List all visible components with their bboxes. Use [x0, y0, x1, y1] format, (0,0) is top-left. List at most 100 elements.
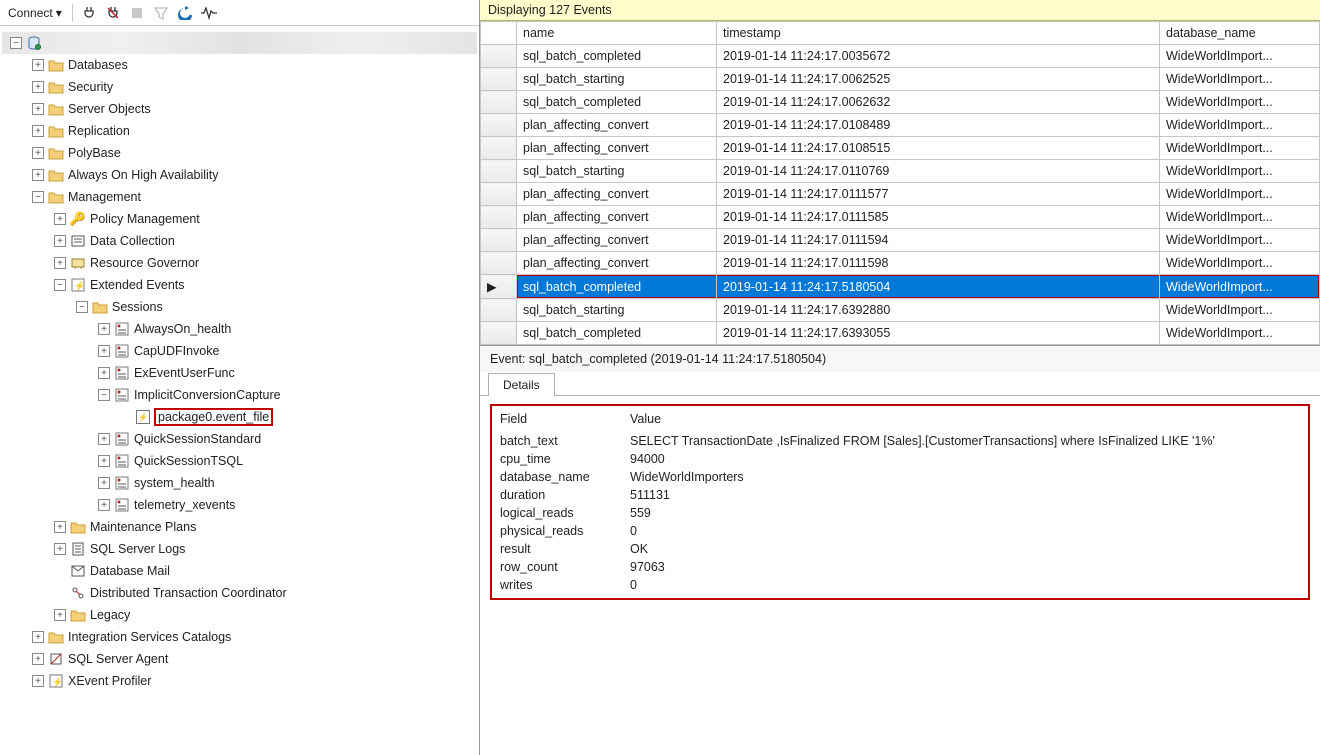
- table-row[interactable]: sql_batch_completed2019-01-14 11:24:17.0…: [481, 45, 1320, 68]
- tree-node[interactable]: +PolyBase: [2, 142, 477, 164]
- tree-node[interactable]: +Data Collection: [2, 230, 477, 252]
- cell-database_name: WideWorldImport...: [1160, 322, 1320, 345]
- row-selector[interactable]: [481, 322, 517, 345]
- expand-icon[interactable]: +: [98, 477, 110, 489]
- row-selector[interactable]: [481, 160, 517, 183]
- tree-node[interactable]: +CapUDFInvoke: [2, 340, 477, 362]
- expand-icon[interactable]: +: [32, 81, 44, 93]
- tree-node[interactable]: +Maintenance Plans: [2, 516, 477, 538]
- tree-node[interactable]: −Management: [2, 186, 477, 208]
- row-selector[interactable]: [481, 91, 517, 114]
- expand-icon[interactable]: +: [32, 169, 44, 181]
- col-timestamp[interactable]: timestamp: [717, 22, 1160, 45]
- table-row[interactable]: ▶sql_batch_completed2019-01-14 11:24:17.…: [481, 275, 1320, 299]
- table-row[interactable]: plan_affecting_convert2019-01-14 11:24:1…: [481, 137, 1320, 160]
- row-selector[interactable]: [481, 183, 517, 206]
- row-selector[interactable]: ▶: [481, 275, 517, 299]
- expand-icon[interactable]: +: [54, 521, 66, 533]
- collapse-icon[interactable]: −: [10, 37, 22, 49]
- collapse-icon[interactable]: −: [98, 389, 110, 401]
- tab-details[interactable]: Details: [488, 373, 555, 396]
- tree-node[interactable]: −: [2, 32, 477, 54]
- expand-icon[interactable]: +: [98, 433, 110, 445]
- tree-node[interactable]: +Databases: [2, 54, 477, 76]
- tree-node[interactable]: +Security: [2, 76, 477, 98]
- expand-icon[interactable]: +: [54, 235, 66, 247]
- row-selector[interactable]: [481, 299, 517, 322]
- plug-disconnect-icon[interactable]: [103, 3, 123, 23]
- tree-node[interactable]: +🔑Policy Management: [2, 208, 477, 230]
- table-row[interactable]: plan_affecting_convert2019-01-14 11:24:1…: [481, 114, 1320, 137]
- cell-timestamp: 2019-01-14 11:24:17.6392880: [717, 299, 1160, 322]
- row-selector[interactable]: [481, 252, 517, 275]
- tree-node[interactable]: +AlwaysOn_health: [2, 318, 477, 340]
- tree-node[interactable]: +Legacy: [2, 604, 477, 626]
- stop-icon[interactable]: [127, 3, 147, 23]
- tree-node[interactable]: +Always On High Availability: [2, 164, 477, 186]
- table-row[interactable]: plan_affecting_convert2019-01-14 11:24:1…: [481, 206, 1320, 229]
- row-selector[interactable]: [481, 137, 517, 160]
- tree-node[interactable]: +system_health: [2, 472, 477, 494]
- activity-monitor-icon[interactable]: [199, 3, 219, 23]
- expand-icon[interactable]: +: [32, 125, 44, 137]
- tree-node[interactable]: +⚡XEvent Profiler: [2, 670, 477, 692]
- details-field: result: [494, 540, 624, 558]
- expand-icon[interactable]: +: [54, 257, 66, 269]
- expand-icon[interactable]: +: [98, 367, 110, 379]
- tree-node[interactable]: Database Mail: [2, 560, 477, 582]
- expand-icon[interactable]: +: [54, 609, 66, 621]
- expand-icon[interactable]: +: [98, 345, 110, 357]
- tree-node[interactable]: +SQL Server Logs: [2, 538, 477, 560]
- table-row[interactable]: plan_affecting_convert2019-01-14 11:24:1…: [481, 183, 1320, 206]
- row-selector[interactable]: [481, 45, 517, 68]
- tree-node[interactable]: +Integration Services Catalogs: [2, 626, 477, 648]
- collapse-icon[interactable]: −: [32, 191, 44, 203]
- expand-icon[interactable]: +: [32, 59, 44, 71]
- col-database-name[interactable]: database_name: [1160, 22, 1320, 45]
- tree-node[interactable]: +Server Objects: [2, 98, 477, 120]
- tree-node[interactable]: +SQL Server Agent: [2, 648, 477, 670]
- table-row[interactable]: sql_batch_starting2019-01-14 11:24:17.00…: [481, 68, 1320, 91]
- expand-icon[interactable]: +: [54, 543, 66, 555]
- events-grid[interactable]: name timestamp database_name sql_batch_c…: [480, 21, 1320, 345]
- expand-icon[interactable]: +: [54, 213, 66, 225]
- tree-node[interactable]: +QuickSessionStandard: [2, 428, 477, 450]
- table-row[interactable]: sql_batch_completed2019-01-14 11:24:17.6…: [481, 322, 1320, 345]
- table-row[interactable]: plan_affecting_convert2019-01-14 11:24:1…: [481, 252, 1320, 275]
- object-explorer-tree[interactable]: − +Databases+Security+Server Objects+Repl…: [0, 26, 479, 755]
- tree-node[interactable]: −Sessions: [2, 296, 477, 318]
- tree-node[interactable]: −ImplicitConversionCapture: [2, 384, 477, 406]
- tree-node[interactable]: −⚡Extended Events: [2, 274, 477, 296]
- tree-node[interactable]: +Replication: [2, 120, 477, 142]
- tree-node[interactable]: +Resource Governor: [2, 252, 477, 274]
- expand-icon[interactable]: +: [32, 653, 44, 665]
- expand-icon[interactable]: +: [32, 631, 44, 643]
- col-name[interactable]: name: [517, 22, 717, 45]
- expand-icon[interactable]: +: [98, 323, 110, 335]
- expand-icon[interactable]: +: [98, 499, 110, 511]
- expand-icon[interactable]: +: [98, 455, 110, 467]
- tree-node[interactable]: ⚡package0.event_file: [2, 406, 477, 428]
- tree-node[interactable]: +ExEventUserFunc: [2, 362, 477, 384]
- table-row[interactable]: plan_affecting_convert2019-01-14 11:24:1…: [481, 229, 1320, 252]
- expand-icon[interactable]: +: [32, 147, 44, 159]
- connect-button[interactable]: Connect ▾: [4, 4, 66, 22]
- tree-node[interactable]: +telemetry_xevents: [2, 494, 477, 516]
- row-selector[interactable]: [481, 114, 517, 137]
- tree-node-label: Extended Events: [90, 278, 185, 292]
- row-selector[interactable]: [481, 229, 517, 252]
- tree-node[interactable]: +QuickSessionTSQL: [2, 450, 477, 472]
- collapse-icon[interactable]: −: [54, 279, 66, 291]
- expand-icon[interactable]: +: [32, 103, 44, 115]
- row-selector[interactable]: [481, 68, 517, 91]
- row-selector[interactable]: [481, 206, 517, 229]
- collapse-icon[interactable]: −: [76, 301, 88, 313]
- filter-icon[interactable]: [151, 3, 171, 23]
- table-row[interactable]: sql_batch_starting2019-01-14 11:24:17.63…: [481, 299, 1320, 322]
- tree-node[interactable]: Distributed Transaction Coordinator: [2, 582, 477, 604]
- plug-icon[interactable]: [79, 3, 99, 23]
- refresh-icon[interactable]: [175, 3, 195, 23]
- expand-icon[interactable]: +: [32, 675, 44, 687]
- table-row[interactable]: sql_batch_starting2019-01-14 11:24:17.01…: [481, 160, 1320, 183]
- table-row[interactable]: sql_batch_completed2019-01-14 11:24:17.0…: [481, 91, 1320, 114]
